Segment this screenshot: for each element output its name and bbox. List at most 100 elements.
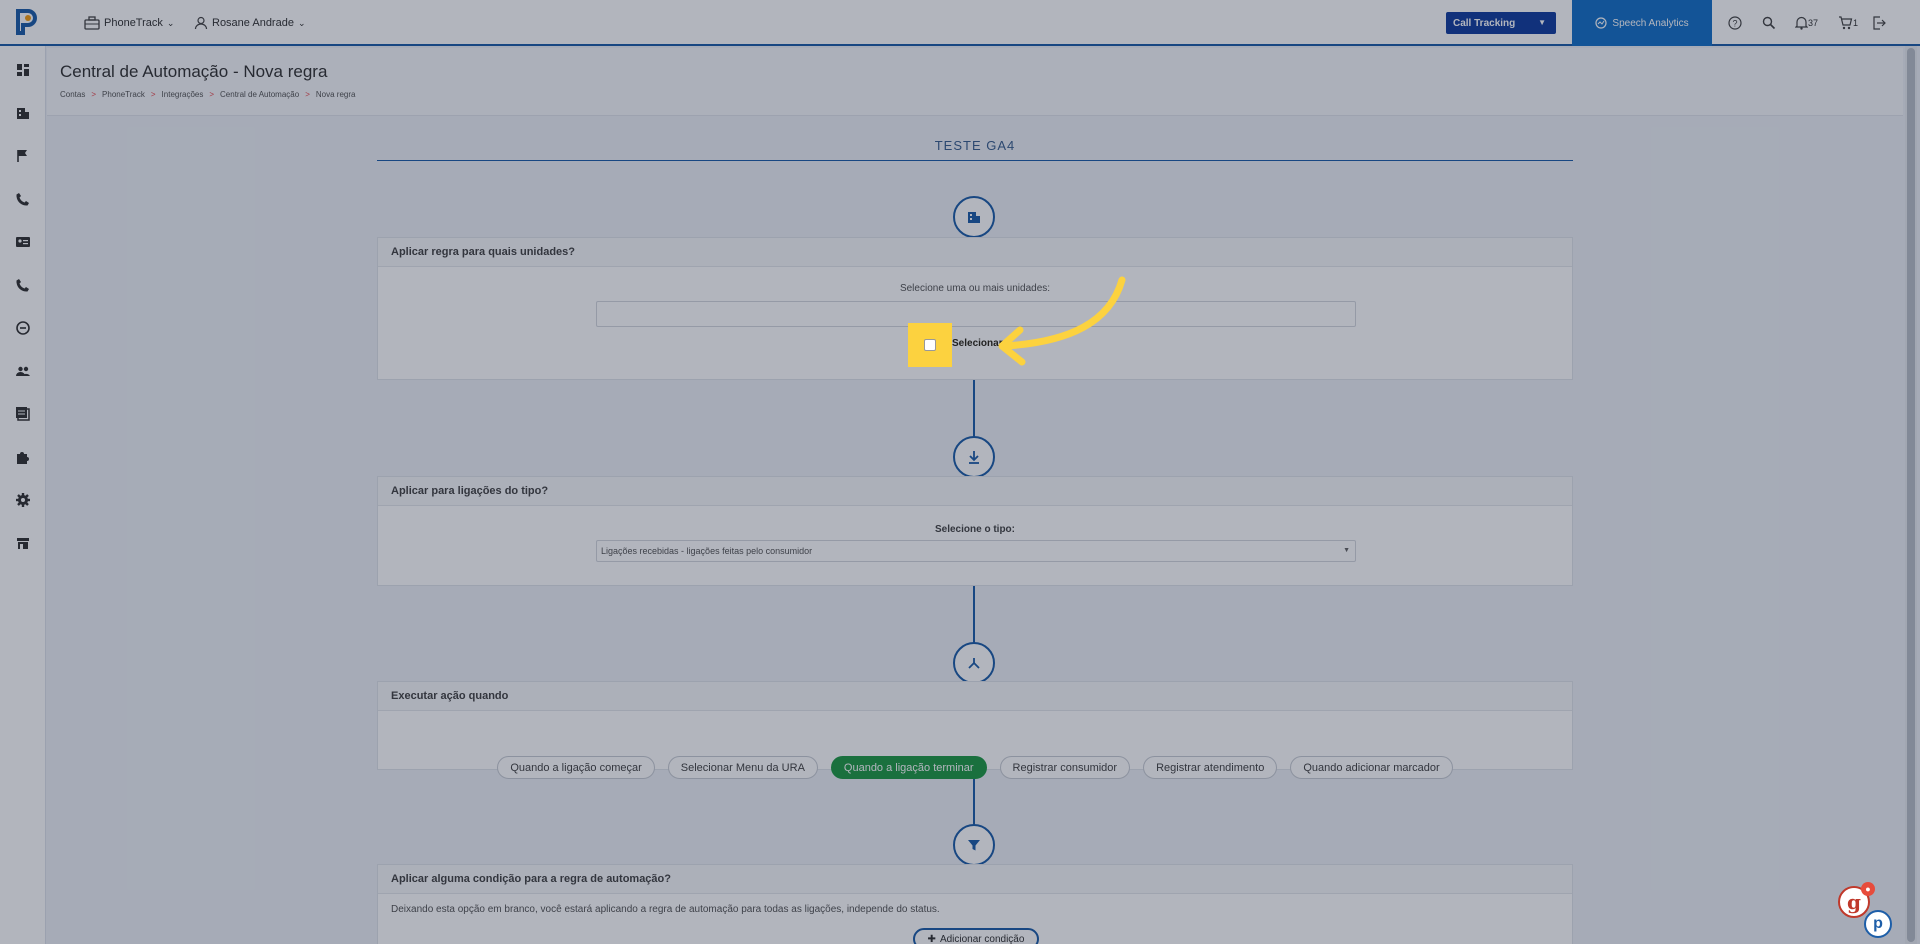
action-card: Executar ação quando Quando a ligação co…: [377, 681, 1573, 779]
users-icon[interactable]: [15, 363, 31, 379]
gear-icon[interactable]: [15, 492, 31, 508]
action-option-add-marker[interactable]: Quando adicionar marcador: [1290, 756, 1453, 779]
step-node-condition: [953, 824, 995, 866]
product-menu-label: PhoneTrack: [104, 17, 163, 29]
select-all-highlight: [908, 323, 952, 367]
units-card-title: Aplicar regra para quais unidades?: [378, 238, 1572, 267]
action-option-register-consumer[interactable]: Registrar consumidor: [999, 756, 1131, 779]
units-input[interactable]: [596, 301, 1356, 327]
gleap-logo-icon: g: [1847, 890, 1861, 914]
type-select-value: Ligações recebidas - ligações feitas pel…: [601, 546, 813, 556]
cart-icon: [1839, 16, 1853, 30]
fork-icon: [968, 658, 980, 669]
building-icon[interactable]: [15, 105, 31, 121]
logout-icon: [1873, 16, 1886, 30]
search-icon: [1762, 16, 1776, 30]
speech-analytics-icon: [1595, 17, 1608, 29]
phonetrack-logo[interactable]: [14, 7, 40, 37]
help-icon: ?: [1728, 16, 1742, 30]
connector-line: [973, 586, 975, 644]
rule-name: TESTE GA4: [934, 138, 1016, 153]
phone-icon[interactable]: [15, 191, 31, 207]
breadcrumb-integracoes[interactable]: Integrações: [162, 90, 204, 99]
plus-icon: ✚: [927, 933, 936, 944]
logout-button[interactable]: [1872, 13, 1886, 33]
dashboard-icon[interactable]: [15, 62, 31, 78]
breadcrumb-separator: >: [150, 90, 156, 99]
action-option-register-service[interactable]: Registrar atendimento: [1143, 756, 1278, 779]
type-card: Aplicar para ligações do tipo? Selecione…: [377, 476, 1573, 586]
download-icon: [969, 451, 979, 464]
minus-circle-icon[interactable]: [15, 320, 31, 336]
briefcase-icon: [84, 16, 100, 30]
add-condition-label: Adicionar condição: [939, 933, 1025, 944]
breadcrumb-nova-regra: Nova regra: [315, 90, 356, 99]
speech-analytics-label: Speech Analytics: [1612, 17, 1689, 29]
breadcrumb: Contas > PhoneTrack > Integrações > Cent…: [60, 90, 355, 99]
tutorial-arrow-icon: [998, 276, 1126, 366]
contact-card-icon[interactable]: [15, 234, 31, 250]
action-option-call-end[interactable]: Quando a ligação terminar: [830, 756, 987, 779]
action-option-ura-menu[interactable]: Selecionar Menu da URA: [667, 756, 818, 779]
breadcrumb-contas[interactable]: Contas: [60, 90, 85, 99]
user-menu-label: Rosane Andrade: [212, 17, 294, 29]
add-condition-button[interactable]: ✚ Adicionar condição: [913, 928, 1039, 944]
top-bar: PhoneTrack ⌄ Rosane Andrade ⌄ Call Track…: [0, 0, 1920, 46]
chat-logo-icon: p: [1873, 915, 1883, 932]
step-node-units: [953, 196, 995, 238]
select-all-checkbox[interactable]: [924, 339, 936, 351]
scrollbar-thumb[interactable]: [1907, 48, 1915, 942]
filter-icon: [968, 840, 980, 851]
connector-line: [973, 380, 975, 438]
product-menu[interactable]: PhoneTrack ⌄: [84, 0, 174, 46]
chevron-down-icon: ⌄: [166, 17, 175, 28]
page-header: Central de Automação - Nova regra Contas…: [47, 48, 1903, 116]
phone-call-icon[interactable]: [15, 277, 31, 293]
user-icon: [194, 16, 208, 30]
help-button[interactable]: ?: [1728, 13, 1742, 33]
step-node-type: [953, 436, 995, 478]
units-card: Aplicar regra para quais unidades? Selec…: [377, 237, 1573, 380]
breadcrumb-separator: >: [91, 90, 97, 99]
condition-description: Deixando esta opção em branco, você esta…: [391, 904, 940, 915]
type-label: Selecione o tipo:: [934, 524, 1015, 535]
units-label: Selecione uma ou mais unidades:: [899, 283, 1051, 294]
condition-card-title: Aplicar alguma condição para a regra de …: [378, 865, 1572, 894]
breadcrumb-central[interactable]: Central de Automação: [220, 90, 299, 99]
gleap-widget-button[interactable]: g ●: [1838, 882, 1875, 918]
puzzle-icon[interactable]: [15, 449, 31, 465]
call-tracking-select[interactable]: Call Tracking ▼: [1446, 12, 1556, 34]
library-icon[interactable]: [15, 406, 31, 422]
building-icon: [968, 212, 980, 223]
cart-button[interactable]: 1: [1838, 13, 1858, 33]
widget-notification-badge: ●: [1861, 882, 1875, 896]
page-title: Central de Automação - Nova regra: [60, 62, 328, 81]
action-options: Quando a ligação começar Selecionar Menu…: [378, 756, 1572, 779]
caret-down-icon: ▼: [1538, 18, 1546, 27]
type-card-title: Aplicar para ligações do tipo?: [378, 477, 1572, 506]
cart-count: 1: [1853, 18, 1859, 28]
sidebar: [0, 46, 46, 944]
call-tracking-label: Call Tracking: [1453, 17, 1516, 29]
breadcrumb-separator: >: [305, 90, 310, 99]
svg-text:?: ?: [1732, 19, 1737, 29]
notifications-button[interactable]: 37: [1795, 13, 1818, 33]
action-option-call-start[interactable]: Quando a ligação começar: [497, 756, 655, 779]
caret-down-icon: ▼: [1343, 547, 1350, 554]
user-menu[interactable]: Rosane Andrade ⌄: [194, 0, 306, 46]
type-select[interactable]: Ligações recebidas - ligações feitas pel…: [596, 540, 1356, 562]
flag-icon[interactable]: [15, 148, 31, 164]
speech-analytics-button[interactable]: Speech Analytics: [1572, 0, 1712, 46]
notifications-count: 37: [1808, 18, 1819, 28]
bell-icon: [1795, 16, 1808, 30]
search-button[interactable]: [1762, 13, 1776, 33]
phonetrack-chat-button[interactable]: p: [1864, 910, 1892, 938]
action-card-title: Executar ação quando: [378, 682, 1572, 711]
condition-card: Aplicar alguma condição para a regra de …: [377, 864, 1573, 944]
breadcrumb-separator: >: [209, 90, 215, 99]
store-icon[interactable]: [15, 535, 31, 551]
rule-divider: [377, 160, 1573, 161]
breadcrumb-phonetrack[interactable]: PhoneTrack: [102, 90, 145, 99]
chevron-down-icon: ⌄: [297, 17, 306, 28]
step-node-action: [953, 642, 995, 684]
